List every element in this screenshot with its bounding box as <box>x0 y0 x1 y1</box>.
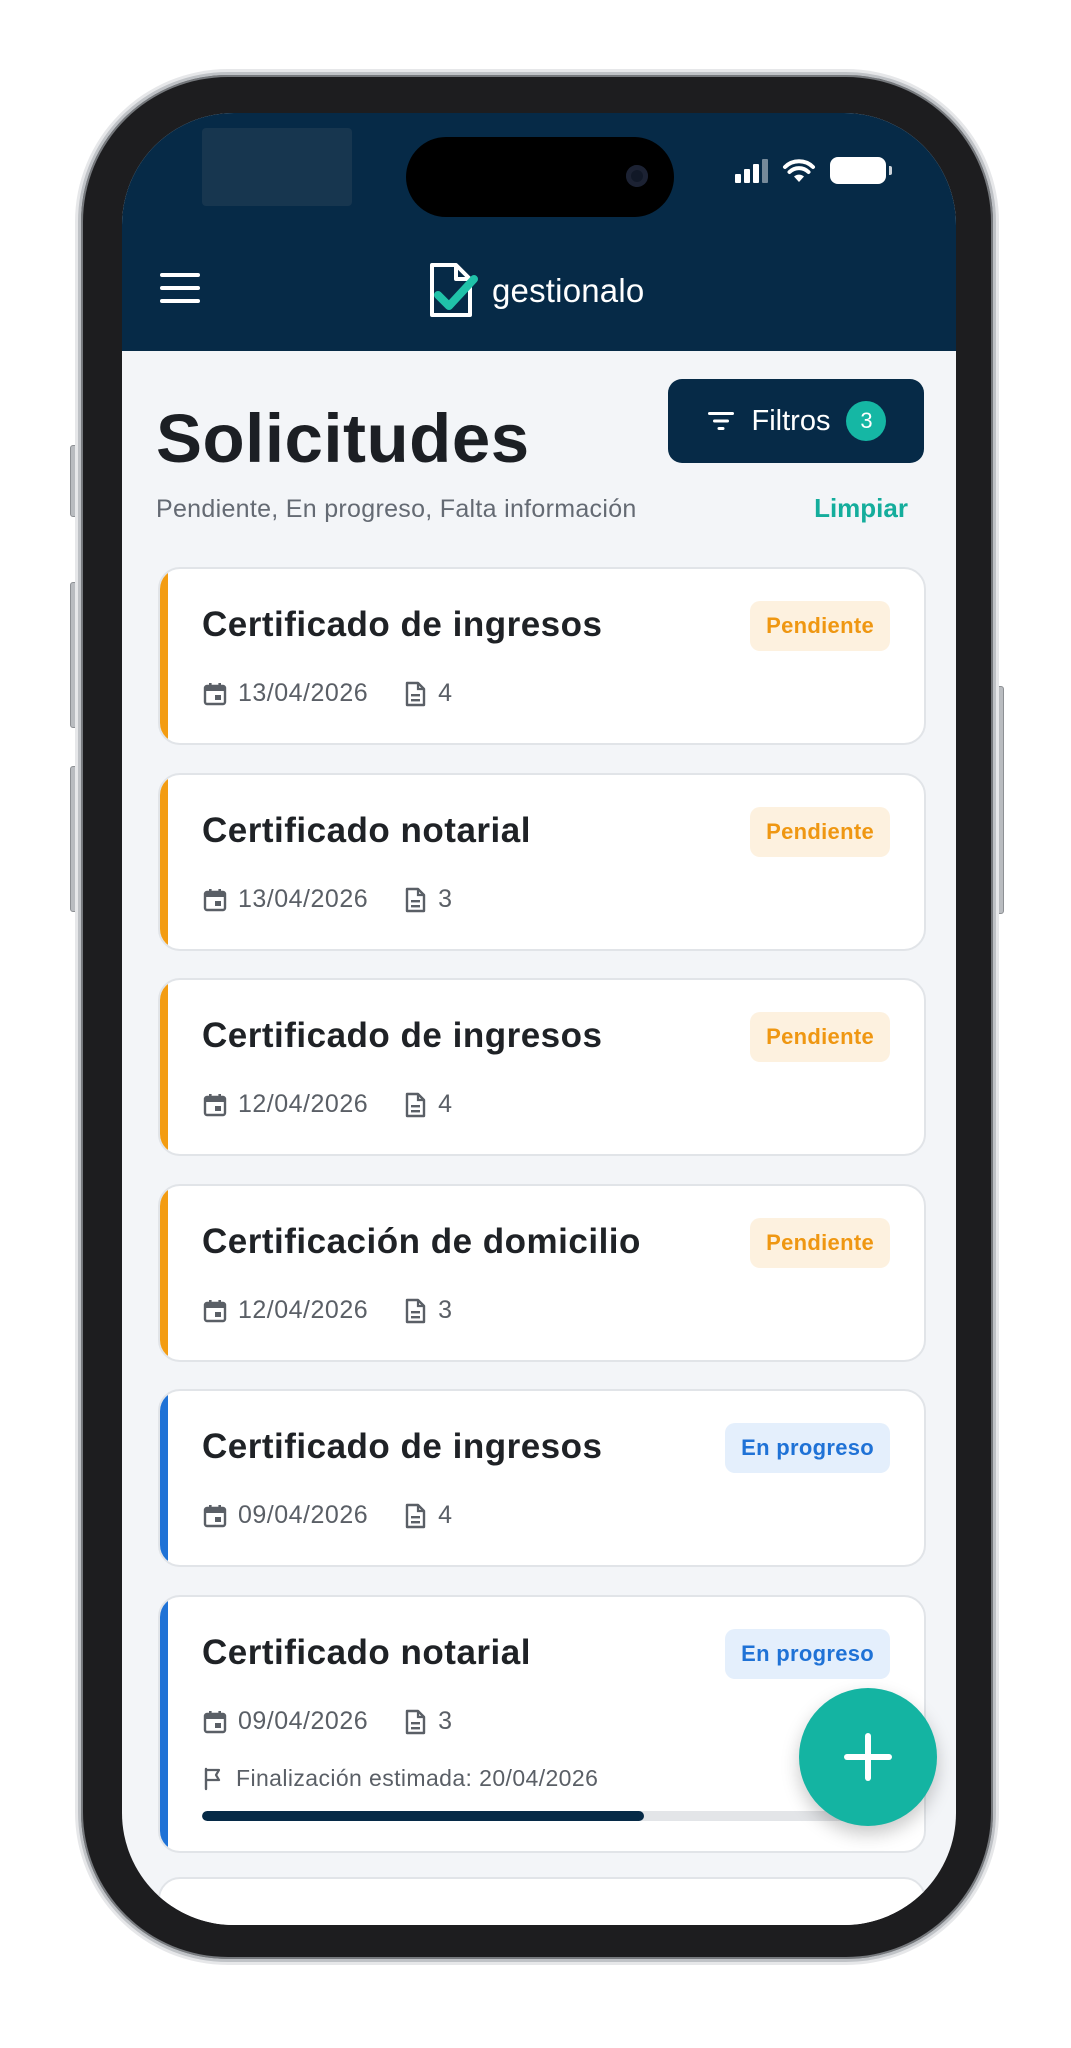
status-accent-bar <box>160 1391 168 1565</box>
request-date: 12/04/2026 <box>238 1296 369 1324</box>
request-date: 13/04/2026 <box>238 885 369 913</box>
document-count: 4 <box>438 1501 453 1529</box>
request-card[interactable]: Certificado de ingresos Pendiente 13/04/20… <box>158 567 926 745</box>
request-title: Certificado notarial <box>202 811 531 850</box>
request-card-partial[interactable] <box>158 1877 926 1925</box>
request-meta: 12/04/2026 4 <box>202 1090 453 1119</box>
wifi-icon <box>783 158 815 182</box>
status-badge: Pendiente <box>750 807 890 857</box>
filters-count-badge: 3 <box>846 401 887 441</box>
brand-name: gestionalo <box>492 272 645 309</box>
phone-frame: gestionalo Solicitudes Filtros 3 Pendien… <box>78 72 996 1962</box>
add-request-button[interactable] <box>799 1688 937 1826</box>
camera-icon <box>626 165 648 187</box>
status-accent-bar <box>160 1186 168 1360</box>
calendar-icon <box>203 1504 227 1527</box>
document-check-logo <box>430 263 478 317</box>
request-title: Certificado de ingresos <box>202 1016 603 1055</box>
request-card[interactable]: Certificación de domicilio Pendiente 12/04… <box>158 1184 926 1362</box>
flag-icon <box>204 1767 221 1790</box>
filters-button[interactable]: Filtros 3 <box>668 379 924 463</box>
progress-bar-fill <box>202 1811 644 1821</box>
request-meta: 13/04/2026 3 <box>202 885 453 914</box>
dynamic-island <box>406 137 674 217</box>
estimated-completion: Finalización estimada: 20/04/2026 <box>202 1765 598 1792</box>
filter-icon <box>707 412 734 430</box>
brand-logo: gestionalo <box>426 261 644 321</box>
calendar-icon <box>203 1093 227 1116</box>
request-date: 13/04/2026 <box>238 679 369 707</box>
battery-icon <box>830 157 892 184</box>
request-meta: 09/04/2026 4 <box>202 1501 453 1530</box>
status-badge: Pendiente <box>750 1218 890 1268</box>
document-icon <box>405 1503 426 1528</box>
clear-filters-link[interactable]: Limpiar <box>814 493 908 524</box>
request-title: Certificado notarial <box>202 1633 531 1672</box>
request-meta: 13/04/2026 4 <box>202 679 453 708</box>
document-icon <box>405 1298 426 1323</box>
request-title: Certificado de ingresos <box>202 605 603 644</box>
status-badge: En progreso <box>725 1423 890 1473</box>
status-accent-bar <box>160 980 168 1154</box>
status-badge: Pendiente <box>750 1012 890 1062</box>
calendar-icon <box>203 888 227 911</box>
document-icon <box>405 1092 426 1117</box>
document-icon <box>405 887 426 912</box>
filters-label: Filtros <box>751 404 831 437</box>
page-title: Solicitudes <box>156 400 530 477</box>
status-accent-bar <box>160 1597 168 1851</box>
status-badge: En progreso <box>725 1629 890 1679</box>
signal-icon <box>735 158 768 183</box>
request-card[interactable]: Certificado de ingresos Pendiente 12/04/20… <box>158 978 926 1156</box>
request-card[interactable]: Certificado de ingresos En progreso 09/04/… <box>158 1389 926 1567</box>
request-date: 12/04/2026 <box>238 1090 369 1118</box>
menu-button[interactable] <box>160 273 200 303</box>
estimated-completion-text: Finalización estimada: 20/04/2026 <box>236 1765 599 1791</box>
document-icon <box>405 1709 426 1734</box>
document-count: 4 <box>438 1090 453 1118</box>
request-meta: 12/04/2026 3 <box>202 1296 453 1325</box>
document-icon <box>405 681 426 706</box>
menu-icon <box>160 273 200 277</box>
active-filters-summary: Pendiente, En progreso, Falta informació… <box>156 495 637 523</box>
document-count: 3 <box>438 885 453 913</box>
phone-screen: gestionalo Solicitudes Filtros 3 Pendien… <box>122 113 956 1925</box>
status-icons <box>735 157 892 184</box>
status-accent-bar <box>160 775 168 949</box>
document-count: 3 <box>438 1707 453 1735</box>
app-header: gestionalo <box>122 113 956 351</box>
request-meta: 09/04/2026 3 <box>202 1707 453 1736</box>
request-date: 09/04/2026 <box>238 1501 369 1529</box>
document-count: 3 <box>438 1296 453 1324</box>
request-title: Certificación de domicilio <box>202 1222 641 1261</box>
status-time-redacted <box>202 128 352 206</box>
document-count: 4 <box>438 679 453 707</box>
calendar-icon <box>203 1710 227 1733</box>
progress-bar <box>202 1811 892 1821</box>
status-badge: Pendiente <box>750 601 890 651</box>
request-title: Certificado de ingresos <box>202 1427 603 1466</box>
request-date: 09/04/2026 <box>238 1707 369 1735</box>
calendar-icon <box>203 682 227 705</box>
request-card[interactable]: Certificado notarial Pendiente 13/04/2026 3 <box>158 773 926 951</box>
calendar-icon <box>203 1299 227 1322</box>
plus-icon <box>844 1733 892 1781</box>
status-accent-bar <box>160 569 168 743</box>
